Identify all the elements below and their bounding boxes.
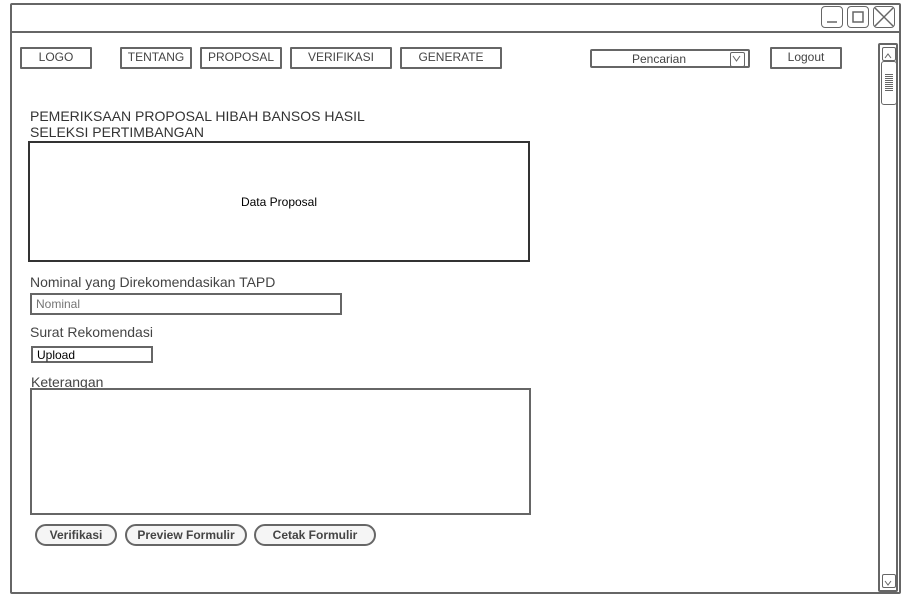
upload-button[interactable]: Upload <box>31 346 153 363</box>
close-icon <box>874 7 894 27</box>
chevron-down-icon[interactable] <box>730 52 745 67</box>
minimize-button[interactable] <box>821 6 843 28</box>
maximize-button[interactable] <box>847 6 869 28</box>
keterangan-textarea[interactable] <box>30 388 531 515</box>
nav-verifikasi[interactable]: VERIFIKASI <box>290 47 392 69</box>
page-title: PEMERIKSAAN PROPOSAL HIBAH BANSOS HASIL … <box>30 108 410 140</box>
minimize-icon <box>827 21 837 23</box>
vertical-scrollbar[interactable] <box>878 43 898 592</box>
nav-tentang[interactable]: TENTANG <box>120 47 192 69</box>
surat-rekomendasi-label: Surat Rekomendasi <box>30 324 153 340</box>
logout-button[interactable]: Logout <box>770 47 842 69</box>
search-label: Pencarian <box>631 52 687 66</box>
nominal-label: Nominal yang Direkomendasikan TAPD <box>30 274 276 290</box>
nav-proposal[interactable]: PROPOSAL <box>200 47 282 69</box>
grip-icon <box>885 74 893 92</box>
scroll-thumb[interactable] <box>881 61 897 105</box>
scroll-down-button[interactable] <box>882 574 896 588</box>
page-title-line1: PEMERIKSAAN PROPOSAL HIBAH BANSOS HASIL <box>30 108 365 124</box>
scroll-up-button[interactable] <box>882 47 896 61</box>
page-title-line2: SELEKSI PERTIMBANGAN <box>30 124 205 140</box>
chevron-down-icon <box>884 580 892 586</box>
nominal-input[interactable] <box>30 293 342 315</box>
maximize-icon <box>852 11 864 23</box>
preview-formulir-button[interactable]: Preview Formulir <box>125 524 247 546</box>
search-dropdown[interactable]: Pencarian <box>590 49 750 68</box>
close-button[interactable] <box>873 6 895 28</box>
cetak-formulir-button[interactable]: Cetak Formulir <box>254 524 376 546</box>
data-proposal-panel: Data Proposal <box>28 141 530 262</box>
titlebar-divider <box>10 31 901 33</box>
data-proposal-label: Data Proposal <box>240 195 318 209</box>
nav-generate[interactable]: GENERATE <box>400 47 502 69</box>
chevron-up-icon <box>884 53 892 59</box>
logo[interactable]: LOGO <box>20 47 92 69</box>
verifikasi-button[interactable]: Verifikasi <box>35 524 117 546</box>
